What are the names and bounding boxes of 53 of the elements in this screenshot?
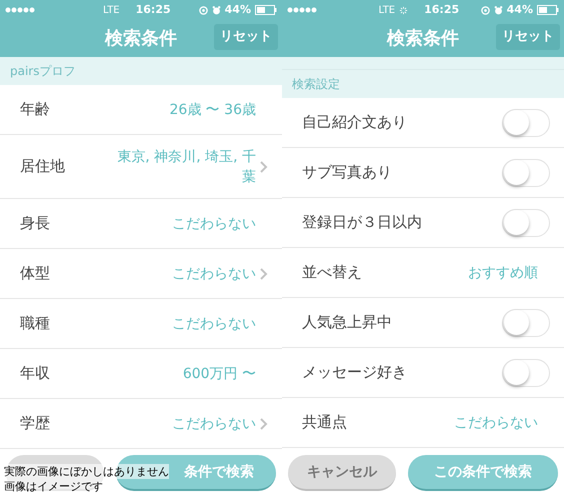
caption-text: 実際の画像にぼかしはありません	[4, 464, 169, 479]
row-value[interactable]: こだわらない	[398, 412, 538, 432]
row-value[interactable]: こだわらない	[116, 264, 256, 284]
row-value[interactable]: こだわらない	[116, 414, 256, 434]
row-label: サブ写真あり	[302, 162, 392, 184]
battery-percent: 44%	[506, 2, 533, 18]
nav-title: 検索条件	[387, 27, 459, 51]
toggle-switch[interactable]	[502, 358, 550, 386]
toggle-switch[interactable]	[502, 308, 550, 336]
row-label: 人気急上昇中	[302, 312, 392, 334]
row-label: 職種	[20, 313, 50, 334]
status-time: 16:25	[136, 2, 171, 18]
row-value[interactable]: 東京, 神奈川, 埼玉, 千葉	[116, 146, 256, 186]
status-time: 16:25	[424, 2, 460, 18]
network-label: LTE	[378, 4, 396, 18]
row-label: 年収	[20, 363, 50, 384]
row-label: 登録日が３日以内	[302, 212, 422, 234]
rotation-lock-icon	[198, 6, 208, 14]
section-header: pairsプロフ	[0, 57, 282, 85]
cancel-button[interactable]	[6, 455, 104, 491]
toggle-switch[interactable]	[502, 208, 550, 236]
alarm-icon	[212, 6, 221, 14]
cancel-button[interactable]: キャンセル	[288, 455, 396, 491]
row-value[interactable]: 26歳 〜 36歳	[116, 100, 256, 120]
reset-button[interactable]: リセット	[214, 24, 278, 50]
search-button[interactable]: この条件で検索	[408, 455, 558, 491]
row-label: 身長	[20, 213, 50, 234]
row-label: 共通点	[302, 412, 347, 434]
rotation-lock-icon	[480, 6, 490, 14]
caption-text: 画像はイメージです	[4, 479, 103, 494]
nav-title: 検索条件	[105, 27, 177, 51]
row-label: 学歴	[20, 413, 50, 434]
row-label: 体型	[20, 263, 50, 284]
row-label: 並べ替え	[302, 262, 362, 284]
toggle-switch[interactable]	[502, 108, 550, 136]
signal-icon	[287, 7, 317, 13]
battery-percent: 44%	[224, 2, 251, 18]
row-label: 年齢	[20, 99, 50, 120]
row-label: 自己紹介文あり	[302, 112, 407, 134]
battery-icon	[537, 5, 559, 15]
network-label: LTE	[103, 4, 120, 18]
row-value[interactable]: こだわらない	[116, 314, 256, 334]
row-value[interactable]: こだわらない	[116, 214, 256, 234]
signal-icon	[5, 7, 35, 13]
row-value[interactable]: おすすめ順	[398, 262, 538, 282]
alarm-icon	[494, 6, 503, 14]
section-header: 検索設定	[282, 70, 564, 98]
row-label: メッセージ好き	[302, 362, 407, 384]
battery-icon	[255, 5, 277, 15]
row-value[interactable]: 600万円 〜	[116, 364, 256, 384]
reset-button[interactable]: リセット	[496, 24, 560, 50]
toggle-switch[interactable]	[502, 158, 550, 186]
row-label: 居住地	[20, 156, 65, 178]
